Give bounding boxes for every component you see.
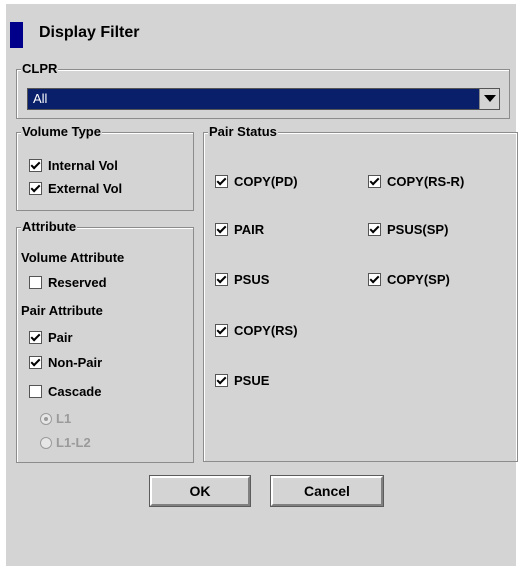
psus-checkbox[interactable]: PSUS [215, 272, 269, 287]
copy-pd-checkbox[interactable]: COPY(PD) [215, 174, 298, 189]
internal-vol-label: Internal Vol [48, 158, 118, 173]
pair-status-pair-label: PAIR [234, 222, 265, 237]
attribute-legend: Attribute [21, 219, 78, 235]
l1-radio: L1 [40, 411, 71, 426]
psus-sp-label: PSUS(SP) [387, 222, 449, 237]
external-vol-label: External Vol [48, 181, 123, 196]
radio-circle [40, 412, 52, 425]
cascade-checkbox[interactable]: Cascade [29, 384, 101, 399]
pair-checkbox[interactable]: Pair [29, 330, 73, 345]
clpr-dropdown-button[interactable] [479, 89, 499, 109]
copy-rs-r-label: COPY(RS-R) [387, 174, 465, 189]
copy-pd-label: COPY(PD) [234, 174, 298, 189]
ok-button[interactable]: OK [149, 475, 251, 507]
pair-status-legend: Pair Status [208, 124, 278, 140]
radio-circle [40, 436, 52, 449]
non-pair-label: Non-Pair [48, 355, 103, 370]
checkbox-box[interactable] [215, 273, 228, 286]
psus-sp-checkbox[interactable]: PSUS(SP) [368, 222, 448, 237]
copy-sp-label: COPY(SP) [387, 272, 450, 287]
copy-rs-r-checkbox[interactable]: COPY(RS-R) [368, 174, 464, 189]
checkbox-box[interactable] [29, 356, 42, 369]
copy-rs-label: COPY(RS) [234, 323, 298, 338]
checkbox-box[interactable] [29, 182, 42, 195]
psue-checkbox[interactable]: PSUE [215, 373, 269, 388]
checkbox-box[interactable] [215, 324, 228, 337]
pair-label: Pair [48, 330, 73, 345]
reserved-checkbox[interactable]: Reserved [29, 275, 107, 290]
psue-label: PSUE [234, 373, 270, 388]
l1-l2-radio: L1-L2 [40, 435, 91, 450]
cancel-button[interactable]: Cancel [270, 475, 384, 507]
non-pair-checkbox[interactable]: Non-Pair [29, 355, 102, 370]
dialog-title: Display Filter [39, 24, 140, 41]
pair-attribute-label: Pair Attribute [21, 303, 103, 318]
checkbox-box[interactable] [368, 273, 381, 286]
checkbox-box[interactable] [368, 175, 381, 188]
cascade-label: Cascade [48, 384, 102, 399]
checkbox-box[interactable] [29, 385, 42, 398]
volume-attribute-label: Volume Attribute [21, 250, 125, 265]
title-marker [10, 22, 23, 48]
display-filter-dialog: Display Filter CLPR All Volume Type Inte… [0, 0, 522, 566]
checkbox-box[interactable] [29, 331, 42, 344]
internal-vol-checkbox[interactable]: Internal Vol [29, 158, 118, 173]
copy-sp-checkbox[interactable]: COPY(SP) [368, 272, 450, 287]
chevron-down-icon [484, 95, 496, 102]
volume-type-legend: Volume Type [21, 124, 102, 140]
copy-rs-checkbox[interactable]: COPY(RS) [215, 323, 298, 338]
checkbox-box[interactable] [368, 223, 381, 236]
checkbox-box[interactable] [215, 223, 228, 236]
l1-label: L1 [56, 411, 72, 426]
clpr-legend: CLPR [21, 61, 59, 77]
pair-status-pair-checkbox[interactable]: PAIR [215, 222, 264, 237]
checkbox-box[interactable] [29, 276, 42, 289]
clpr-select-value: All [33, 91, 48, 106]
external-vol-checkbox[interactable]: External Vol [29, 181, 122, 196]
checkbox-box[interactable] [215, 374, 228, 387]
l1-l2-label: L1-L2 [56, 435, 91, 450]
psus-label: PSUS [234, 272, 270, 287]
checkbox-box[interactable] [215, 175, 228, 188]
clpr-select[interactable]: All [27, 88, 500, 110]
reserved-label: Reserved [48, 275, 107, 290]
checkbox-box[interactable] [29, 159, 42, 172]
